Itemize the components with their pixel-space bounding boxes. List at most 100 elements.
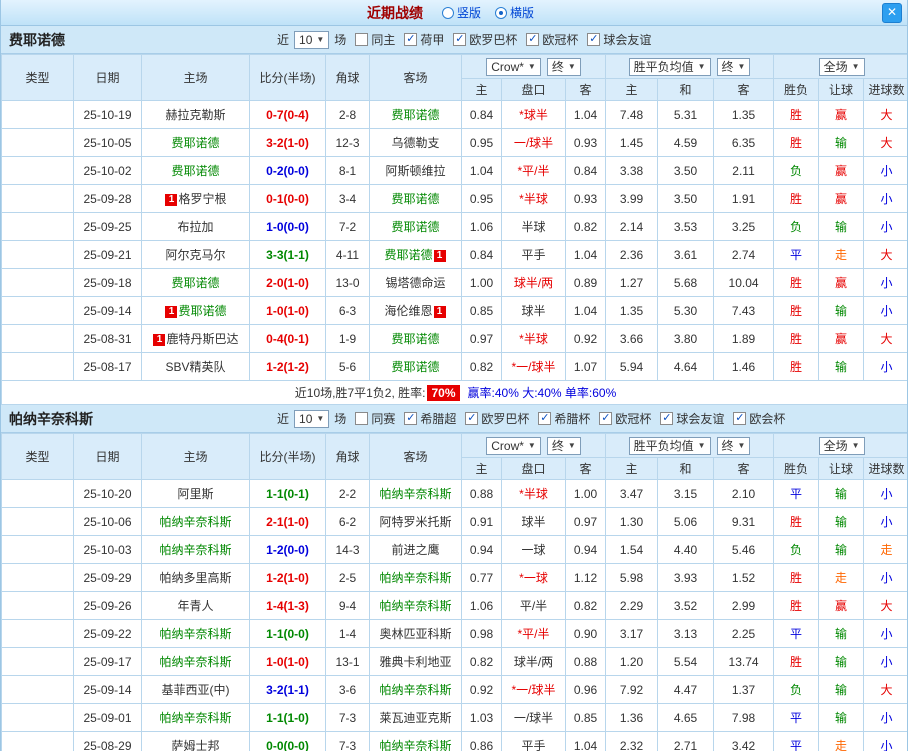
filter-label: 球会友谊 — [676, 412, 725, 426]
summary-cell: 近10场,胜7平1负2, 胜率: 70% 赢率:40% 大:40% 单率:60% — [1, 380, 907, 405]
avg-home-cell: 3.47 — [605, 479, 659, 508]
avg-draw-cell: 3.52 — [657, 591, 715, 620]
handicap-cell: *半球 — [501, 184, 566, 213]
games-count-select[interactable]: 10 ▼ — [294, 409, 330, 428]
goals-cell: 大 — [863, 128, 907, 157]
avg-final-select[interactable]: 终 ▼ — [716, 436, 751, 455]
filter-option[interactable]: ✓ 欧罗巴杯 — [453, 31, 517, 48]
handicap-cell: 球半 — [501, 296, 566, 325]
home-team-name: 帕纳多里高斯 — [159, 571, 232, 585]
filter-option[interactable]: ✓ 球会友谊 — [587, 31, 651, 48]
scope-select[interactable]: 全场 ▼ — [818, 57, 865, 76]
scope-select[interactable]: 全场 ▼ — [818, 436, 865, 455]
sub-header-avg_away: 客 — [713, 457, 775, 480]
avg-home-cell: 7.48 — [605, 100, 659, 129]
filter-option[interactable]: 同赛 — [355, 410, 395, 427]
filter-label: 欧会杯 — [749, 412, 786, 426]
games-count-select[interactable]: 10 ▼ — [294, 30, 330, 49]
corner-cell: 6-3 — [325, 296, 370, 325]
odds-source-select[interactable]: Crow* ▼ — [486, 57, 541, 76]
checkbox-icon: ✓ — [453, 33, 467, 46]
filter-option[interactable]: ✓ 欧罗巴杯 — [465, 410, 529, 427]
result-cell: 平 — [773, 240, 820, 269]
dropdown-arrow-icon: ▼ — [527, 62, 536, 71]
sub-header-avg_home: 主 — [605, 457, 659, 480]
away-team-cell: 帕纳辛奈科斯 — [369, 591, 462, 620]
corner-cell: 7-2 — [325, 212, 370, 241]
close-button[interactable]: ✕ — [882, 3, 902, 23]
filter-label: 同主 — [371, 33, 396, 47]
filter-option[interactable]: ✓ 欧冠杯 — [599, 410, 651, 427]
sub-header-handicap_result: 让球 — [818, 78, 865, 101]
odds-home-cell: 1.04 — [461, 156, 502, 185]
avg-away-cell: 1.37 — [713, 675, 775, 704]
avg-select[interactable]: 胜平负均值 ▼ — [628, 57, 711, 76]
layout-horizontal-option[interactable]: 横版 — [495, 4, 534, 21]
home-team-cell: 1 格罗宁根 — [141, 184, 250, 213]
avg-select[interactable]: 胜平负均值 ▼ — [628, 436, 711, 455]
filter-option[interactable]: ✓ 欧冠杯 — [526, 31, 578, 48]
odds-final-select[interactable]: 终 ▼ — [546, 57, 581, 76]
goals-cell: 小 — [863, 479, 907, 508]
filter-option[interactable]: ✓ 欧会杯 — [733, 410, 785, 427]
home-team-name: 费耶诺德 — [171, 136, 220, 150]
match-row: 荷甲 25-09-28 1 格罗宁根 0-1(0-0) 3-4 费耶诺德 0.95 *半球 0.9… — [1, 184, 907, 213]
away-team-cell: 前进之鹰 — [369, 535, 462, 564]
handicap-cell: 平手 — [501, 731, 566, 751]
layout-vertical-option[interactable]: 竖版 — [441, 4, 481, 21]
filter-option[interactable]: ✓ 球会友谊 — [660, 410, 724, 427]
home-team-cell: 布拉加 — [141, 212, 250, 241]
home-team-cell: 基菲西亚(中) — [141, 675, 250, 704]
col-header-home: 主场 — [141, 54, 250, 101]
odds-source-select[interactable]: Crow* ▼ — [486, 436, 541, 455]
horizontal-label: 横版 — [510, 6, 535, 20]
handicap-result-cell: 赢 — [818, 100, 865, 129]
avg-home-cell: 7.92 — [605, 675, 659, 704]
odds-away-cell: 0.82 — [564, 212, 607, 241]
avg-final-select[interactable]: 终 ▼ — [716, 57, 751, 76]
games-suffix-label: 场 — [334, 412, 347, 426]
odds-home-cell: 1.06 — [461, 212, 502, 241]
filter-option[interactable]: 同主 — [355, 31, 395, 48]
win-rate-value: 70% — [427, 385, 460, 401]
home-team-name: 费耶诺德 — [178, 304, 227, 318]
games-count-select-value: 10 — [299, 32, 313, 47]
scope-header-group: 全场 ▼ — [773, 433, 907, 458]
corner-cell: 7-3 — [325, 731, 370, 751]
result-cell: 胜 — [773, 324, 820, 353]
score-cell: 0-2(0-0) — [249, 156, 326, 185]
scope-header-group: 全场 ▼ — [773, 54, 907, 79]
away-team-name: 奥林匹亚科斯 — [379, 627, 452, 641]
result-cell: 平 — [773, 619, 820, 648]
checkbox-icon: ✓ — [404, 412, 418, 425]
corner-cell: 13-0 — [325, 268, 370, 297]
away-team-name: 费耶诺德 — [384, 248, 433, 262]
odds-final-select-value: 终 — [551, 439, 564, 453]
home-team-cell: SBV精英队 — [141, 352, 250, 381]
avg-draw-cell: 3.13 — [657, 619, 715, 648]
avg-away-cell: 2.25 — [713, 619, 775, 648]
filter-option[interactable]: ✓ 希腊杯 — [538, 410, 590, 427]
odds-home-cell: 1.06 — [461, 591, 502, 620]
filter-option[interactable]: ✓ 荷甲 — [404, 31, 444, 48]
team-section-header: 费耶诺德近 10 ▼ 场同主 ✓ 荷甲 ✓ 欧罗巴杯 ✓ 欧冠杯 ✓ 球会友谊 — [1, 26, 907, 54]
avg-away-cell: 7.98 — [713, 703, 775, 732]
filter-option[interactable]: ✓ 希腊超 — [404, 410, 456, 427]
avg-draw-cell: 4.64 — [657, 352, 715, 381]
away-team-cell: 阿特罗米托斯 — [369, 507, 462, 536]
checkbox-icon: ✓ — [538, 412, 552, 425]
away-team-name: 前进之鹰 — [391, 543, 440, 557]
odds-home-cell: 1.03 — [461, 703, 502, 732]
handicap-cell: 一/球半 — [501, 703, 566, 732]
handicap-cell: 一/球半 — [501, 128, 566, 157]
avg-away-cell: 3.25 — [713, 212, 775, 241]
dropdown-arrow-icon: ▼ — [737, 62, 746, 71]
result-cell: 胜 — [773, 647, 820, 676]
away-team-cell: 阿斯顿维拉 — [369, 156, 462, 185]
col-header-corner: 角球 — [325, 54, 370, 101]
sections-container: 费耶诺德近 10 ▼ 场同主 ✓ 荷甲 ✓ 欧罗巴杯 ✓ 欧冠杯 ✓ 球会友谊 类型 日期 主场 比分(半场)… — [1, 26, 907, 751]
odds-final-select[interactable]: 终 ▼ — [546, 436, 581, 455]
home-team-cell: 年青人 — [141, 591, 250, 620]
goals-cell: 小 — [863, 563, 907, 592]
handicap-result-cell: 赢 — [818, 184, 865, 213]
